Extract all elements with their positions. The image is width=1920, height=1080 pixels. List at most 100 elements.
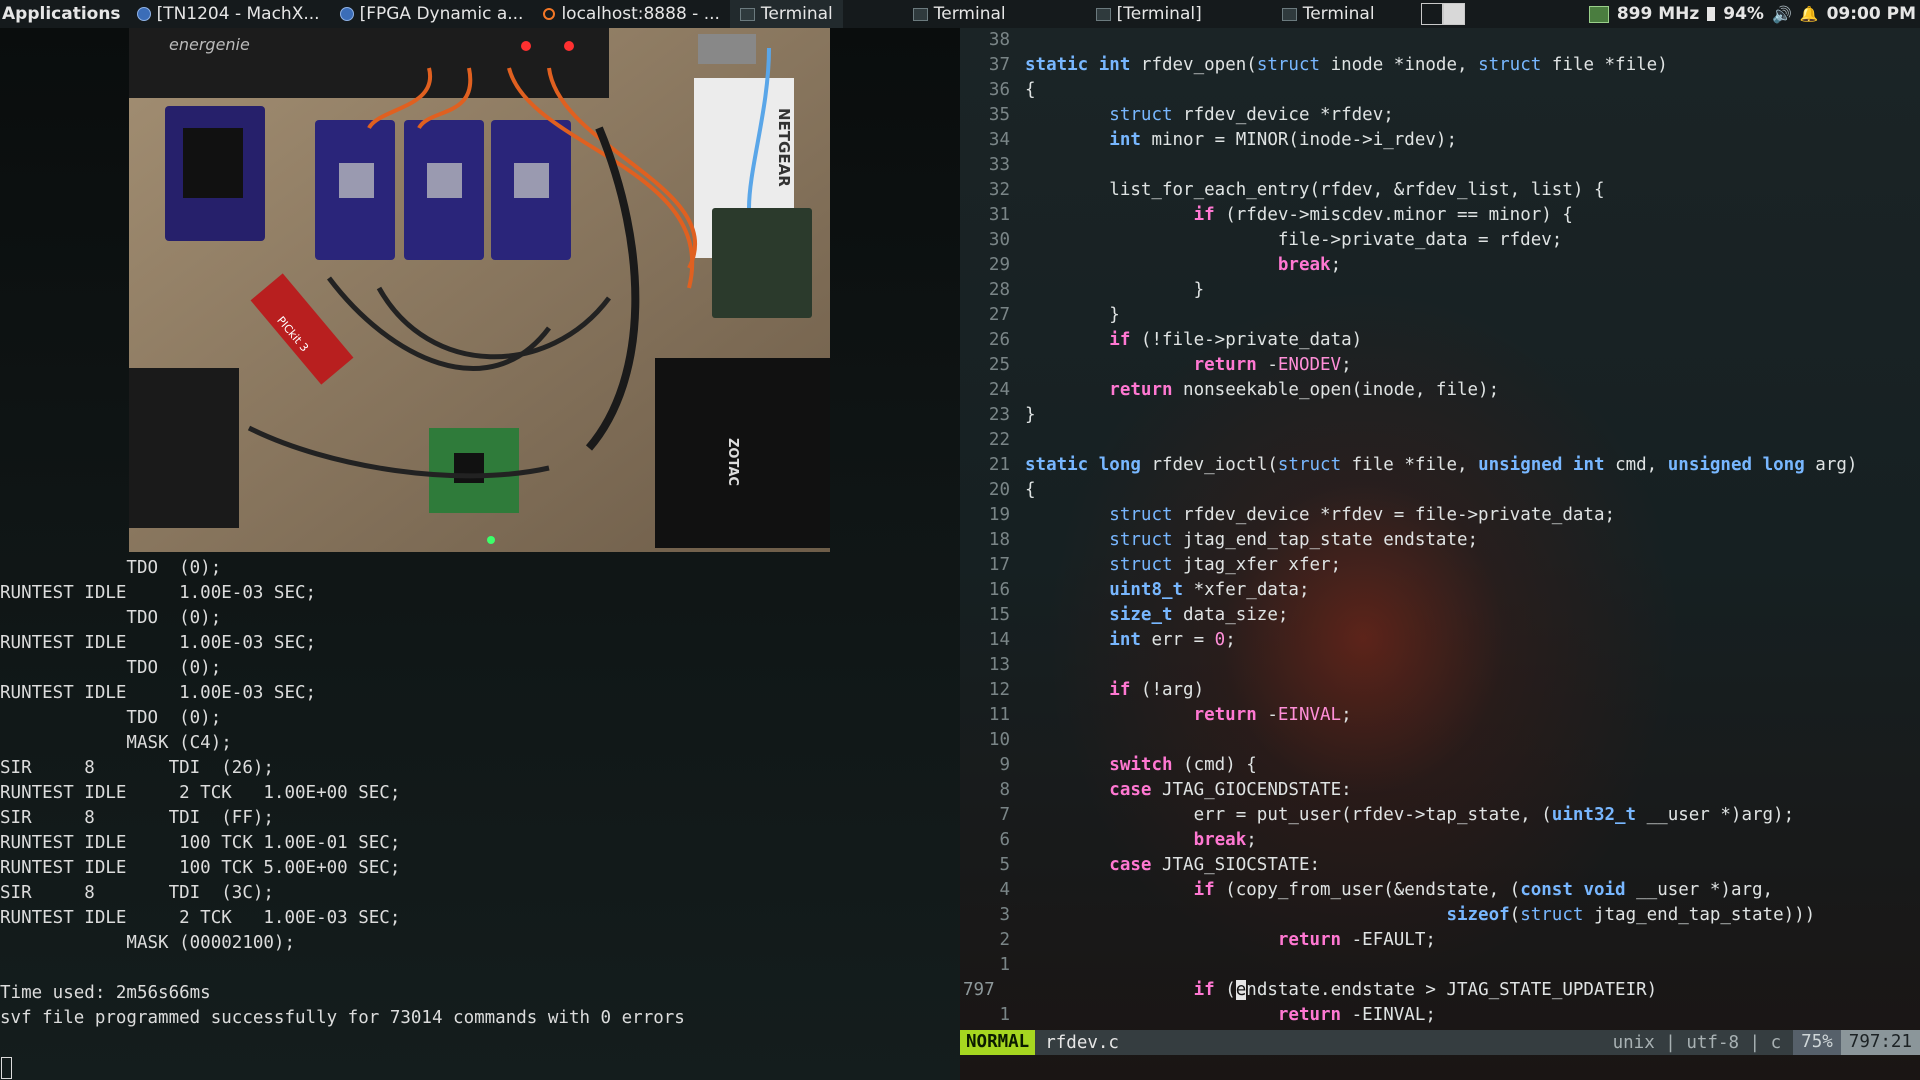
code-line[interactable]: 38	[960, 28, 1920, 53]
taskbar-item-terminal-1[interactable]: Terminal	[729, 0, 843, 28]
code-token: list_for_each_entry(rfdev, &rfdev_list, …	[1025, 180, 1605, 200]
line-number: 20	[988, 480, 1010, 500]
code-token: return	[1193, 705, 1257, 725]
code-line[interactable]: 24 return nonseekable_open(inode, file);	[960, 378, 1920, 403]
code-token: }	[1025, 405, 1036, 425]
layout-icon[interactable]	[1420, 3, 1443, 25]
taskbar-item-browser-2[interactable]: [FPGA Dynamic a...	[330, 0, 534, 28]
code-line[interactable]: 11 return -EINVAL;	[960, 703, 1920, 728]
code-line[interactable]: 5 case JTAG_SIOCSTATE:	[960, 853, 1920, 878]
line-number: 29	[988, 255, 1010, 275]
code-token: ;	[1225, 630, 1236, 650]
code-line[interactable]: 1	[960, 953, 1920, 978]
taskbar-item-browser-1[interactable]: [TN1204 - MachX...	[127, 0, 330, 28]
code-line[interactable]: 6 break;	[960, 828, 1920, 853]
code-line[interactable]: 17 struct jtag_xfer xfer;	[960, 553, 1920, 578]
code-text: if (endstate.endstate > JTAG_STATE_UPDAT…	[1010, 978, 1657, 1003]
code-line[interactable]: 21 static long rfdev_ioctl(struct file *f…	[960, 453, 1920, 478]
battery-icon[interactable]	[1707, 7, 1716, 21]
layout-icon[interactable]	[1442, 3, 1465, 25]
code-line[interactable]: 29 break;	[960, 253, 1920, 278]
taskbar-item-label: [FPGA Dynamic a...	[359, 4, 524, 24]
code-line[interactable]: 797 if (endstate.endstate > JTAG_STATE_U…	[960, 978, 1920, 1003]
code-line[interactable]: 34 int minor = MINOR(inode->i_rdev);	[960, 128, 1920, 153]
code-token: long	[1762, 455, 1805, 475]
code-line[interactable]: 10	[960, 728, 1920, 753]
applications-menu[interactable]: Applications	[0, 4, 127, 24]
code-token: -	[1256, 355, 1278, 375]
code-line[interactable]: 9 switch (cmd) {	[960, 753, 1920, 778]
code-token: jtag_end_tap_state)))	[1583, 905, 1816, 925]
code-text: switch (cmd) {	[1010, 753, 1257, 778]
taskbar-item-terminal-2[interactable]: Terminal	[903, 0, 1016, 28]
code-token: int	[1098, 55, 1131, 75]
code-line[interactable]: 15 size_t data_size;	[960, 603, 1920, 628]
code-line[interactable]: 32 list_for_each_entry(rfdev, &rfdev_lis…	[960, 178, 1920, 203]
clock[interactable]: 09:00 PM	[1827, 4, 1916, 24]
line-number: 13	[988, 655, 1010, 675]
cpu-frequency: 899 MHz	[1616, 4, 1700, 24]
taskbar-item-terminal-4[interactable]: Terminal	[1272, 0, 1385, 28]
svf-program-output: TDO (0); RUNTEST IDLE 1.00E-03 SEC; TDO …	[0, 558, 685, 1028]
top-panel: Applications [TN1204 - MachX... [FPGA Dy…	[0, 0, 1920, 28]
code-line[interactable]: 33	[960, 153, 1920, 178]
code-token: JTAG_SIOCSTATE:	[1151, 855, 1321, 875]
code-line[interactable]: 19 struct rfdev_device *rfdev = file->pr…	[960, 503, 1920, 528]
code-line[interactable]: 7 err = put_user(rfdev->tap_state, (uint…	[960, 803, 1920, 828]
workspace-layout-switcher[interactable]	[1420, 3, 1465, 25]
code-line[interactable]: 31 if (rfdev->miscdev.minor == minor) {	[960, 203, 1920, 228]
code-text: {	[1010, 478, 1036, 503]
code-line[interactable]: 1 return -EINVAL;	[960, 1003, 1920, 1028]
code-line[interactable]: 35 struct rfdev_device *rfdev;	[960, 103, 1920, 128]
taskbar-item-terminal-3[interactable]: [Terminal]	[1086, 0, 1212, 28]
code-token: return	[1193, 355, 1257, 375]
code-token: int	[1109, 130, 1141, 150]
code-buffer[interactable]: 38 37 static int rfdev_open(struct inode *…	[960, 28, 1920, 1028]
code-line[interactable]: 12 if (!arg)	[960, 678, 1920, 703]
code-token: struct	[1109, 555, 1173, 575]
code-line[interactable]: 25 return -ENODEV;	[960, 353, 1920, 378]
code-line[interactable]: 28 }	[960, 278, 1920, 303]
line-number: 15	[988, 605, 1010, 625]
code-token: JTAG_GIOCENDSTATE:	[1151, 780, 1352, 800]
code-line[interactable]: 26 if (!file->private_data)	[960, 328, 1920, 353]
code-line[interactable]: 4 if (copy_from_user(&endstate, (const v…	[960, 878, 1920, 903]
code-line[interactable]: 36 {	[960, 78, 1920, 103]
code-token: minor = MINOR(inode->i_rdev);	[1140, 130, 1457, 150]
left-terminal[interactable]: energenie NETGEAR PICkit 3 ZOTAC TDO (0)…	[0, 28, 960, 1080]
code-line[interactable]: 18 struct jtag_end_tap_state endstate;	[960, 528, 1920, 553]
line-number: 797	[963, 980, 995, 1000]
code-line[interactable]: 37 static int rfdev_open(struct inode *in…	[960, 53, 1920, 78]
code-line[interactable]: 23}	[960, 403, 1920, 428]
line-number: 33	[988, 155, 1010, 175]
taskbar-item-jupyter[interactable]: localhost:8888 - ...	[533, 0, 729, 28]
code-token: err = put_user(rfdev->tap_state, (	[1025, 805, 1552, 825]
notification-bell-icon[interactable]: 🔔	[1800, 5, 1819, 23]
code-line[interactable]: 20 {	[960, 478, 1920, 503]
code-line[interactable]: 22	[960, 428, 1920, 453]
vim-editor-pane[interactable]: 38 37 static int rfdev_open(struct inode *…	[960, 28, 1920, 1080]
code-line[interactable]: 16 uint8_t *xfer_data;	[960, 578, 1920, 603]
cpu-monitor-icon[interactable]	[1588, 5, 1609, 23]
code-line[interactable]: 13	[960, 653, 1920, 678]
code-token: inode *inode,	[1320, 55, 1479, 75]
code-line[interactable]: 8 case JTAG_GIOCENDSTATE:	[960, 778, 1920, 803]
code-line[interactable]: 2 return -EFAULT;	[960, 928, 1920, 953]
code-line[interactable]: 3 sizeof(struct jtag_end_tap_state)))	[960, 903, 1920, 928]
code-token: ;	[1341, 355, 1352, 375]
code-line[interactable]: 27 }	[960, 303, 1920, 328]
volume-icon[interactable]: 🔊	[1772, 5, 1792, 24]
code-line[interactable]: 30 file->private_data = rfdev;	[960, 228, 1920, 253]
code-token: size_t	[1109, 605, 1173, 625]
code-text: return nonseekable_open(inode, file);	[1010, 378, 1499, 403]
line-number: 14	[988, 630, 1010, 650]
code-token: EINVAL	[1277, 705, 1342, 725]
terminal-cursor	[1, 1057, 12, 1079]
code-line[interactable]: 14 int err = 0;	[960, 628, 1920, 653]
